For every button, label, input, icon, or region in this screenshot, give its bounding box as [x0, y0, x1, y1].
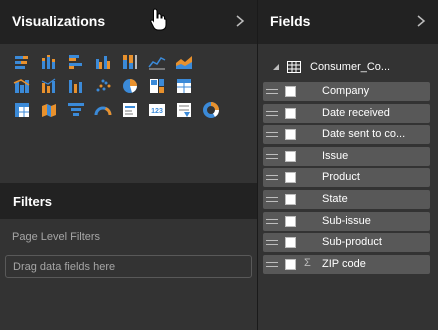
- field-label: Company: [322, 85, 370, 97]
- field-checkbox[interactable]: [285, 86, 296, 97]
- sigma-icon: Σ: [304, 256, 311, 269]
- filters-title: Filters: [13, 194, 53, 209]
- field-label: Date received: [322, 106, 390, 119]
- slicer-icon[interactable]: [170, 98, 197, 122]
- field-checkbox[interactable]: [285, 215, 296, 227]
- field-checkbox[interactable]: [285, 107, 296, 119]
- table-node[interactable]: Consumer_Co...: [271, 59, 390, 75]
- field-label: ZIP code: [322, 257, 366, 270]
- drag-handle-icon[interactable]: [266, 110, 278, 117]
- field-list: Company Date received Date sent to co...…: [263, 82, 430, 276]
- field-row-company[interactable]: Company: [263, 82, 430, 101]
- table-name: Consumer_Co...: [310, 61, 391, 73]
- drag-handle-icon[interactable]: [266, 131, 278, 138]
- table-icon: [287, 61, 301, 73]
- svg-text:123: 123: [151, 108, 163, 115]
- field-checkbox[interactable]: [285, 129, 296, 141]
- clustered-column-chart-icon[interactable]: [89, 50, 116, 74]
- field-row-sub-product[interactable]: Sub-product: [263, 233, 430, 253]
- field-row-date-received[interactable]: Date received: [263, 103, 430, 123]
- drop-zone-placeholder: Drag data fields here: [13, 261, 116, 273]
- filters-body: Page Level Filters Drag data fields here: [0, 219, 257, 330]
- drag-handle-icon[interactable]: [266, 174, 278, 181]
- treemap-icon[interactable]: [143, 74, 170, 98]
- chevron-right-icon[interactable]: [232, 12, 248, 30]
- field-checkbox[interactable]: [285, 172, 296, 184]
- 100-percent-stacked-bar-icon[interactable]: [116, 50, 143, 74]
- visualizations-title: Visualizations: [12, 13, 106, 29]
- line-chart-icon[interactable]: [143, 50, 170, 74]
- stacked-bar-chart-icon[interactable]: [8, 50, 35, 74]
- scatter-chart-icon[interactable]: [89, 74, 116, 98]
- field-label: Issue: [322, 149, 349, 162]
- filled-map-icon[interactable]: [35, 98, 62, 122]
- field-label: Sub-issue: [322, 214, 371, 227]
- drag-handle-icon[interactable]: [266, 218, 278, 225]
- drag-handle-icon[interactable]: [266, 153, 278, 160]
- field-checkbox[interactable]: [285, 193, 296, 205]
- page-level-filters-label: Page Level Filters: [12, 231, 101, 243]
- gauge-icon[interactable]: [89, 98, 116, 122]
- drag-handle-icon[interactable]: [266, 261, 278, 268]
- stacked-area-icon[interactable]: [8, 74, 35, 98]
- fields-pane: Fields Consumer_Co... Company Date recei…: [258, 0, 438, 330]
- expand-triangle-icon[interactable]: [271, 62, 281, 72]
- viz-row-1: [8, 50, 230, 74]
- visualizations-header[interactable]: Visualizations: [0, 0, 257, 44]
- viz-row-2: [8, 74, 230, 98]
- viz-row-3: 123: [8, 98, 230, 122]
- visualization-gallery: 123: [8, 50, 230, 122]
- pie-chart-icon[interactable]: [116, 74, 143, 98]
- field-row-date-sent[interactable]: Date sent to co...: [263, 125, 430, 145]
- hand-cursor-icon: [150, 8, 167, 31]
- field-label: Date sent to co...: [322, 128, 406, 141]
- field-row-sub-issue[interactable]: Sub-issue: [263, 211, 430, 231]
- field-row-product[interactable]: Product: [263, 168, 430, 188]
- drag-handle-icon[interactable]: [266, 196, 278, 203]
- field-checkbox[interactable]: [285, 237, 296, 249]
- field-row-zip-code[interactable]: Σ ZIP code: [263, 254, 430, 274]
- fields-title: Fields: [270, 13, 311, 29]
- matrix-icon[interactable]: [8, 98, 35, 122]
- filter-drop-zone[interactable]: Drag data fields here: [5, 255, 252, 278]
- area-chart-icon[interactable]: [170, 50, 197, 74]
- chevron-right-icon[interactable]: [413, 12, 429, 30]
- table-grid-icon[interactable]: [170, 74, 197, 98]
- field-label: Product: [322, 171, 360, 184]
- ribbon-chart-icon[interactable]: [62, 74, 89, 98]
- clustered-bar-chart-icon[interactable]: [62, 50, 89, 74]
- funnel-icon[interactable]: [62, 98, 89, 122]
- card-icon[interactable]: [116, 98, 143, 122]
- field-checkbox[interactable]: [285, 150, 296, 162]
- drag-handle-icon[interactable]: [266, 239, 278, 246]
- donut-chart-icon[interactable]: [197, 98, 224, 122]
- field-row-state[interactable]: State: [263, 189, 430, 209]
- field-checkbox[interactable]: [285, 258, 296, 270]
- visualizations-pane: Visualizations 123 Filters Page Level Fi…: [0, 0, 257, 330]
- field-label: Sub-product: [322, 236, 382, 249]
- line-column-combo-icon[interactable]: [35, 74, 62, 98]
- multi-row-card-icon[interactable]: 123: [143, 98, 170, 122]
- stacked-column-chart-icon[interactable]: [35, 50, 62, 74]
- filters-header: Filters: [0, 183, 257, 219]
- field-row-issue[interactable]: Issue: [263, 146, 430, 166]
- drag-handle-icon[interactable]: [266, 88, 278, 95]
- field-label: State: [322, 192, 348, 205]
- fields-header[interactable]: Fields: [258, 0, 438, 44]
